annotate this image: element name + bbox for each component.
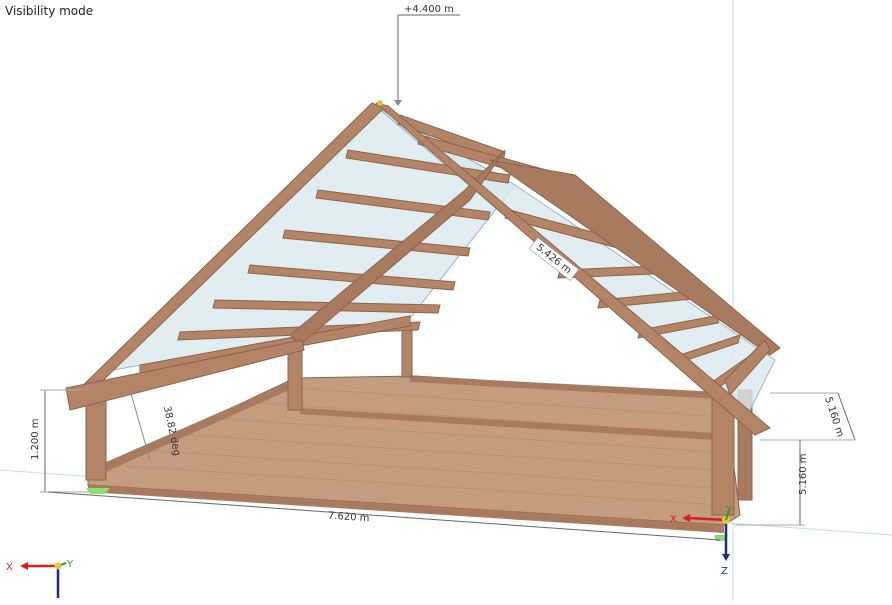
- floor-slab[interactable]: [87, 375, 741, 526]
- post-back-mid[interactable]: [401, 324, 413, 378]
- model-axis-y-label: Y: [725, 505, 733, 516]
- gizmo-y-label: Y: [66, 559, 74, 570]
- dim-knee-wall-height-text: 1.200 m: [30, 418, 41, 460]
- model-canvas[interactable]: +4.400 m 5.426 m 38.82 deg 1.200 m 7.620…: [0, 0, 892, 601]
- dim-depth-front-text: 5.160 m: [798, 453, 809, 495]
- dim-depth-right-text: 5.160 m: [822, 396, 845, 439]
- 3d-viewport[interactable]: Visibility mode +4.400 m 5.426 m 38.82 d…: [0, 0, 892, 601]
- model-axis-x-label: X: [670, 514, 677, 525]
- orientation-gizmo[interactable]: X Y: [6, 559, 74, 598]
- model-axis-z-label: Z: [721, 566, 728, 577]
- dim-ridge-height-text: +4.400 m: [404, 4, 454, 15]
- dim-width-text: 7.620 m: [328, 510, 370, 524]
- dim-ridge-height[interactable]: +4.400 m: [394, 4, 460, 106]
- gizmo-x-label: X: [6, 562, 13, 573]
- dim-depth-right[interactable]: 5.160 m: [760, 392, 856, 441]
- visibility-mode-label: Visibility mode: [5, 4, 94, 18]
- ridge-node[interactable]: [377, 100, 383, 106]
